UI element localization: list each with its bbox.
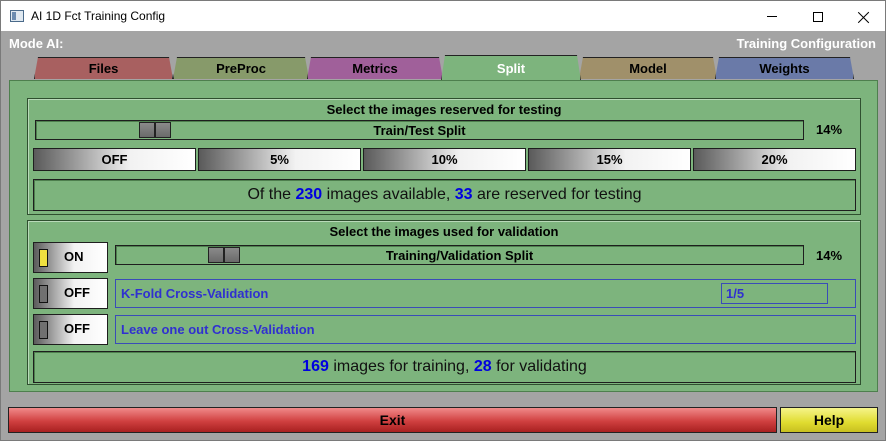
train-validation-percent: 14% xyxy=(816,248,843,263)
mode-label: Mode AI: xyxy=(9,36,64,51)
help-button[interactable]: Help xyxy=(780,407,878,433)
tab-metrics[interactable]: Metrics xyxy=(307,57,443,79)
testing-group: Select the images reserved for testing T… xyxy=(27,98,861,215)
app-window-icon xyxy=(10,10,24,22)
training-count: 169 xyxy=(302,358,329,375)
validation-group: Select the images used for validation ON… xyxy=(27,220,861,385)
preset-20-button[interactable]: 20% xyxy=(693,148,856,171)
minimize-icon xyxy=(767,16,777,17)
maximize-button[interactable] xyxy=(795,1,841,32)
validation-info-middle: images for training, xyxy=(333,358,470,375)
preset-15-button[interactable]: 15% xyxy=(528,148,691,171)
testing-info-suffix: are reserved for testing xyxy=(476,186,642,203)
train-validation-slider[interactable]: Training/Validation Split xyxy=(115,245,804,265)
train-validation-slider-label: Training/Validation Split xyxy=(385,248,534,263)
kfold-value-field[interactable]: 1/5 xyxy=(721,283,828,304)
loo-label: Leave one out Cross-Validation xyxy=(121,322,315,337)
images-reserved-count: 33 xyxy=(454,186,473,203)
validation-info-suffix: for validating xyxy=(496,358,587,375)
kfold-toggle-label: OFF xyxy=(64,285,90,300)
kfold-label: K-Fold Cross-Validation xyxy=(121,286,269,301)
validation-info: 169 images for training, 28 for validati… xyxy=(33,351,856,383)
toggle-off-indicator-icon xyxy=(39,285,48,303)
validation-title: Select the images used for validation xyxy=(329,224,559,239)
main-area: Mode AI: Training Configuration Files Pr… xyxy=(0,31,886,441)
toggle-on-indicator-icon xyxy=(39,249,48,267)
maximize-icon xyxy=(813,11,823,22)
split-panel: Select the images reserved for testing T… xyxy=(9,80,878,392)
kfold-row: K-Fold Cross-Validation 1/5 xyxy=(115,279,856,308)
train-test-percent: 14% xyxy=(816,122,843,137)
loo-row: Leave one out Cross-Validation xyxy=(115,315,856,344)
minimize-button[interactable] xyxy=(749,1,795,32)
tab-preproc[interactable]: PreProc xyxy=(173,57,309,79)
close-button[interactable] xyxy=(841,1,886,32)
images-available-count: 230 xyxy=(295,186,323,203)
tab-files[interactable]: Files xyxy=(34,57,173,79)
testing-title: Select the images reserved for testing xyxy=(326,102,562,117)
testing-info-middle: images available, xyxy=(326,186,451,203)
train-test-slider[interactable]: Train/Test Split xyxy=(35,120,804,140)
validation-toggle[interactable]: ON xyxy=(33,242,108,273)
window-title: AI 1D Fct Training Config xyxy=(31,9,166,23)
tab-split[interactable]: Split xyxy=(441,55,581,81)
toggle-off-indicator-icon xyxy=(39,321,48,339)
tab-model[interactable]: Model xyxy=(579,57,717,79)
exit-button[interactable]: Exit xyxy=(8,407,777,433)
preset-off-button[interactable]: OFF xyxy=(33,148,196,171)
testing-info-prefix: Of the xyxy=(247,186,292,203)
close-icon xyxy=(858,11,870,23)
config-label: Training Configuration xyxy=(736,36,876,51)
loo-toggle-label: OFF xyxy=(64,321,90,336)
loo-toggle[interactable]: OFF xyxy=(33,314,108,345)
kfold-toggle[interactable]: OFF xyxy=(33,278,108,309)
train-test-slider-label: Train/Test Split xyxy=(373,123,466,138)
title-bar: AI 1D Fct Training Config xyxy=(0,0,886,31)
tab-weights[interactable]: Weights xyxy=(715,57,854,79)
validating-count: 28 xyxy=(473,358,492,375)
validation-toggle-label: ON xyxy=(64,249,84,264)
testing-info: Of the 230 images available, 33 are rese… xyxy=(33,179,856,211)
preset-10-button[interactable]: 10% xyxy=(363,148,526,171)
preset-5-button[interactable]: 5% xyxy=(198,148,361,171)
